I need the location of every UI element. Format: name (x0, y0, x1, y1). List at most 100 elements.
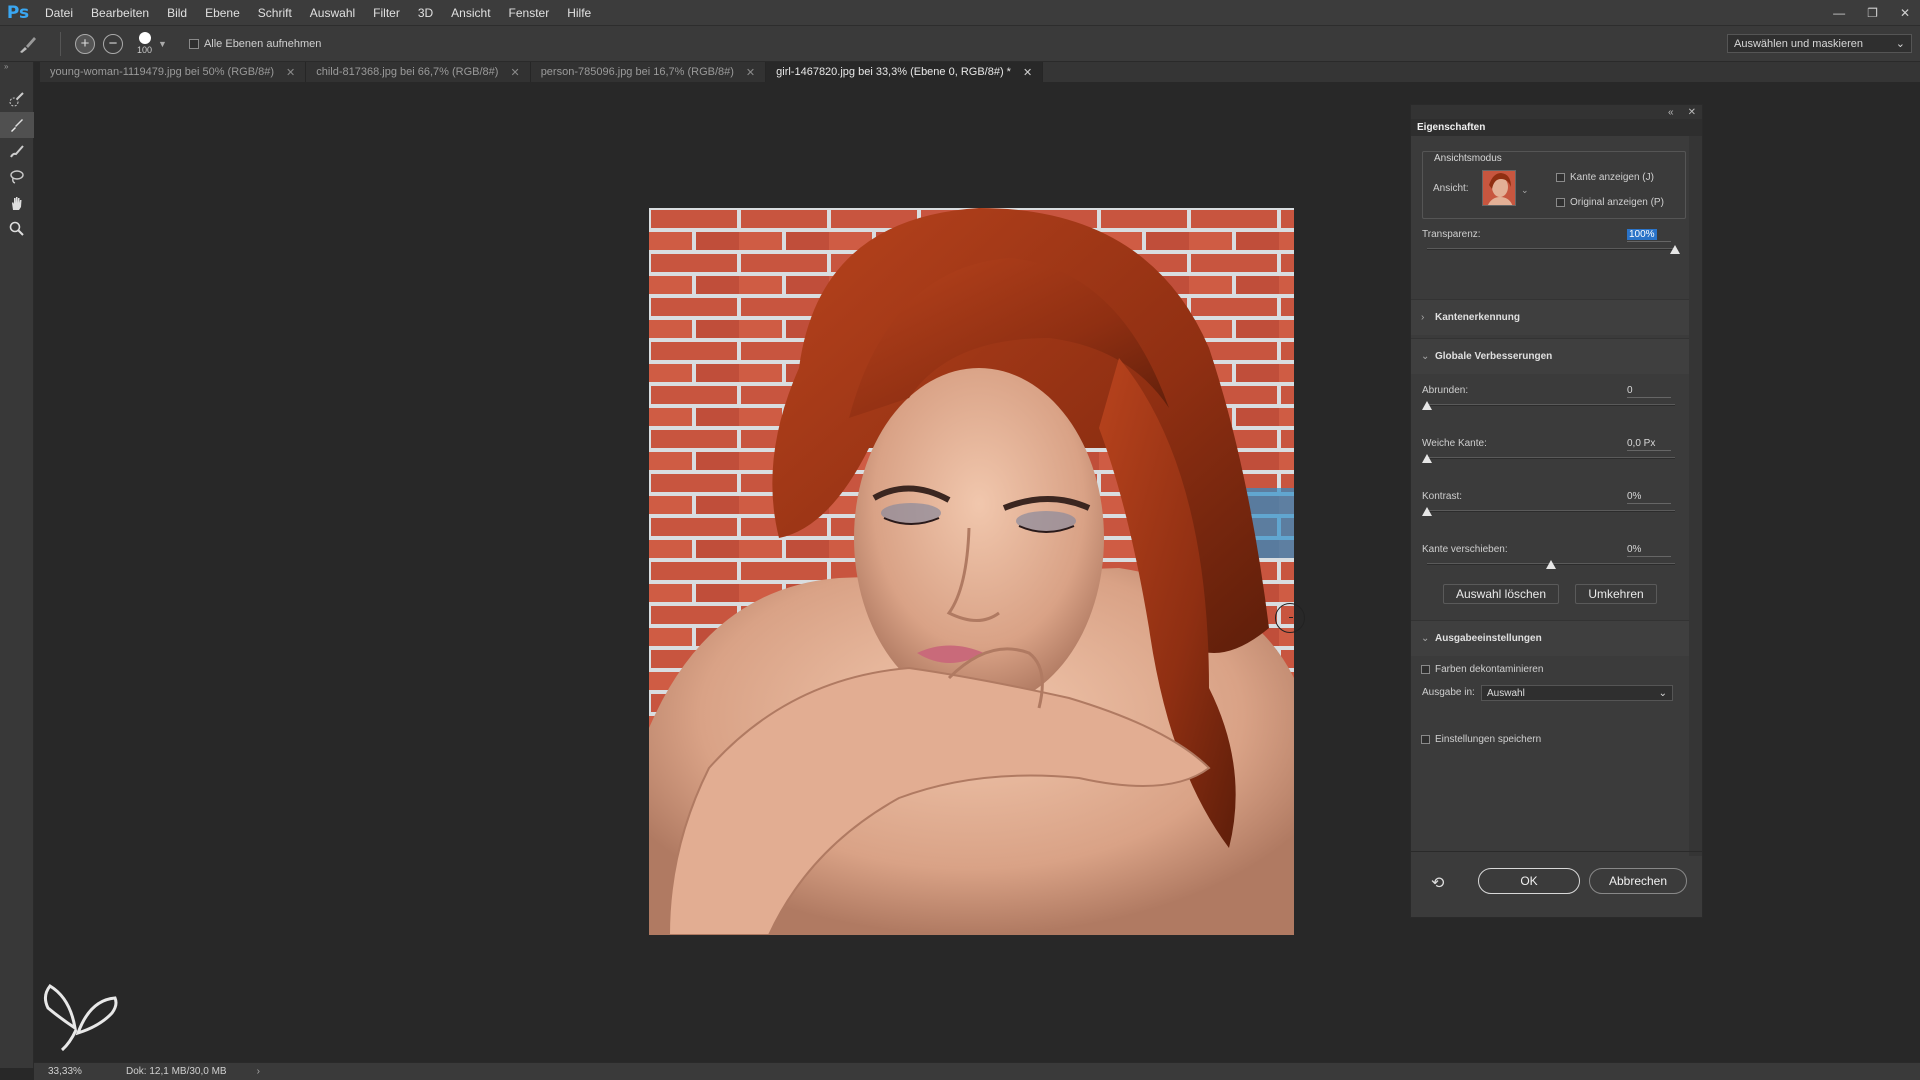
output-settings-label: Ausgabeeinstellungen (1435, 633, 1542, 644)
decontaminate-option[interactable]: Farben dekontaminieren (1421, 664, 1543, 675)
menu-hilfe[interactable]: Hilfe (558, 6, 600, 20)
show-edge-checkbox[interactable] (1556, 173, 1565, 182)
workspace-dropdown-label: Auswählen und maskieren (1734, 37, 1864, 50)
smooth-value[interactable]: 0 (1627, 385, 1671, 398)
menu-bild[interactable]: Bild (158, 6, 196, 20)
contrast-value[interactable]: 0% (1627, 491, 1671, 504)
invert-button[interactable]: Umkehren (1575, 584, 1657, 604)
tab-label: child-817368.jpg bei 66,7% (RGB/8#) (316, 66, 499, 78)
clear-selection-button[interactable]: Auswahl löschen (1443, 584, 1559, 604)
zoom-level[interactable]: 33,33% (34, 1066, 114, 1077)
show-original-option[interactable]: Original anzeigen (P) (1556, 197, 1664, 208)
cancel-button[interactable]: Abbrechen (1589, 868, 1687, 894)
brush-size-value: 100 (137, 45, 153, 55)
properties-panel: « ✕ Eigenschaften Ansichtsmodus Ansicht:… (1410, 104, 1703, 918)
menu-schrift[interactable]: Schrift (249, 6, 301, 20)
refine-edge-brush-tool-icon[interactable] (0, 112, 34, 138)
slider-knob[interactable] (1422, 401, 1432, 410)
chevron-down-icon[interactable]: ⌄ (1521, 185, 1529, 196)
close-tab-icon[interactable]: ✕ (1023, 66, 1032, 79)
menu-fenster[interactable]: Fenster (500, 6, 559, 20)
sample-all-layers-option[interactable]: Alle Ebenen aufnehmen (188, 38, 321, 50)
chevron-down-icon[interactable]: ▼ (158, 39, 167, 49)
shift-edge-label: Kante verschieben: (1422, 544, 1508, 555)
menu-auswahl[interactable]: Auswahl (301, 6, 364, 20)
zoom-tool-icon[interactable] (0, 216, 34, 242)
reset-icon[interactable]: ⟲ (1431, 873, 1444, 893)
lasso-tool-icon[interactable] (0, 164, 34, 190)
shift-edge-slider[interactable] (1427, 560, 1675, 572)
output-to-select[interactable]: Auswahl ⌄ (1481, 685, 1673, 701)
options-bar: + − 100 ▼ Alle Ebenen aufnehmen Auswähle… (0, 25, 1920, 62)
smooth-slider[interactable] (1422, 401, 1675, 413)
slider-track (1427, 404, 1675, 406)
refine-brush-preset-icon[interactable] (10, 29, 46, 59)
tab-child[interactable]: child-817368.jpg bei 66,7% (RGB/8#) ✕ (306, 62, 531, 82)
remember-settings-checkbox[interactable] (1421, 735, 1430, 744)
view-mode-thumbnail[interactable] (1482, 170, 1516, 206)
smooth-label: Abrunden: (1422, 385, 1469, 396)
brush-tool-icon[interactable] (0, 138, 34, 164)
add-to-selection-icon[interactable]: + (75, 33, 95, 54)
slider-knob[interactable] (1422, 507, 1432, 516)
close-tab-icon[interactable]: ✕ (510, 66, 519, 79)
menu-datei[interactable]: Datei (36, 6, 82, 20)
restore-icon[interactable]: ❐ (1867, 6, 1878, 20)
subtract-from-selection-icon[interactable]: − (103, 33, 123, 54)
edge-detection-section[interactable]: › Kantenerkennung (1411, 299, 1689, 335)
close-tab-icon[interactable]: ✕ (746, 66, 755, 79)
ok-button[interactable]: OK (1478, 868, 1580, 894)
slider-knob[interactable] (1670, 245, 1680, 254)
document-canvas[interactable] (649, 208, 1294, 935)
tab-person[interactable]: person-785096.jpg bei 16,7% (RGB/8#) ✕ (530, 62, 767, 82)
hand-tool-icon[interactable] (0, 190, 34, 216)
quick-selection-tool-icon[interactable] (0, 86, 34, 112)
close-window-icon[interactable]: ✕ (1900, 6, 1910, 20)
slider-knob[interactable] (1546, 560, 1556, 569)
sample-all-layers-checkbox[interactable] (188, 38, 199, 49)
output-to-label: Ausgabe in: (1422, 687, 1475, 698)
tab-girl[interactable]: girl-1467820.jpg bei 33,3% (Ebene 0, RGB… (766, 62, 1044, 82)
portrait-photo (649, 208, 1294, 935)
transparency-slider[interactable] (1427, 245, 1680, 257)
shift-edge-value[interactable]: 0% (1627, 544, 1671, 557)
collapse-toolbar-icon[interactable]: » (0, 62, 33, 72)
chevron-down-icon: ⌄ (1658, 687, 1667, 699)
window-controls: — ❐ ✕ (1833, 0, 1910, 25)
output-settings-section[interactable]: ⌄ Ausgabeeinstellungen (1411, 620, 1689, 656)
feather-slider[interactable] (1422, 454, 1675, 466)
menu-ansicht[interactable]: Ansicht (442, 6, 499, 20)
menu-bearbeiten[interactable]: Bearbeiten (82, 6, 158, 20)
decontaminate-checkbox[interactable] (1421, 665, 1430, 674)
slider-knob[interactable] (1422, 454, 1432, 463)
remember-settings-label: Einstellungen speichern (1435, 734, 1542, 745)
brush-size-picker[interactable]: 100 (137, 32, 152, 55)
panel-tab[interactable]: Eigenschaften (1411, 119, 1702, 136)
menu-ebene[interactable]: Ebene (196, 6, 249, 20)
transparency-label: Transparenz: (1422, 229, 1481, 240)
menu-3d[interactable]: 3D (409, 6, 442, 20)
workspace-dropdown[interactable]: Auswählen und maskieren ⌄ (1727, 34, 1912, 53)
divider (1411, 851, 1702, 852)
close-tab-icon[interactable]: ✕ (286, 66, 295, 79)
show-original-checkbox[interactable] (1556, 198, 1565, 207)
brush-tip-icon (138, 32, 151, 44)
slider-track (1427, 457, 1675, 459)
panel-scrollbar[interactable] (1689, 136, 1702, 856)
show-edge-option[interactable]: Kante anzeigen (J) (1556, 172, 1654, 183)
edge-detection-label: Kantenerkennung (1435, 312, 1521, 323)
menu-filter[interactable]: Filter (364, 6, 409, 20)
contrast-slider[interactable] (1422, 507, 1675, 519)
feather-value[interactable]: 0,0 Px (1627, 438, 1671, 451)
minimize-icon[interactable]: — (1833, 6, 1845, 20)
transparency-value: 100% (1627, 229, 1657, 240)
transparency-value-field[interactable]: 100% (1627, 229, 1671, 242)
chevron-right-icon[interactable]: › (257, 1066, 260, 1077)
global-refinements-section[interactable]: ⌄ Globale Verbesserungen (1411, 338, 1689, 374)
remember-settings-option[interactable]: Einstellungen speichern (1421, 734, 1541, 745)
collapse-panel-icon[interactable]: « (1668, 107, 1674, 118)
tab-young-woman[interactable]: young-woman-1119479.jpg bei 50% (RGB/8#)… (40, 62, 307, 82)
photoshop-logo[interactable]: Ps (0, 0, 36, 25)
chevron-right-icon: › (1421, 312, 1425, 323)
close-panel-icon[interactable]: ✕ (1688, 107, 1696, 118)
